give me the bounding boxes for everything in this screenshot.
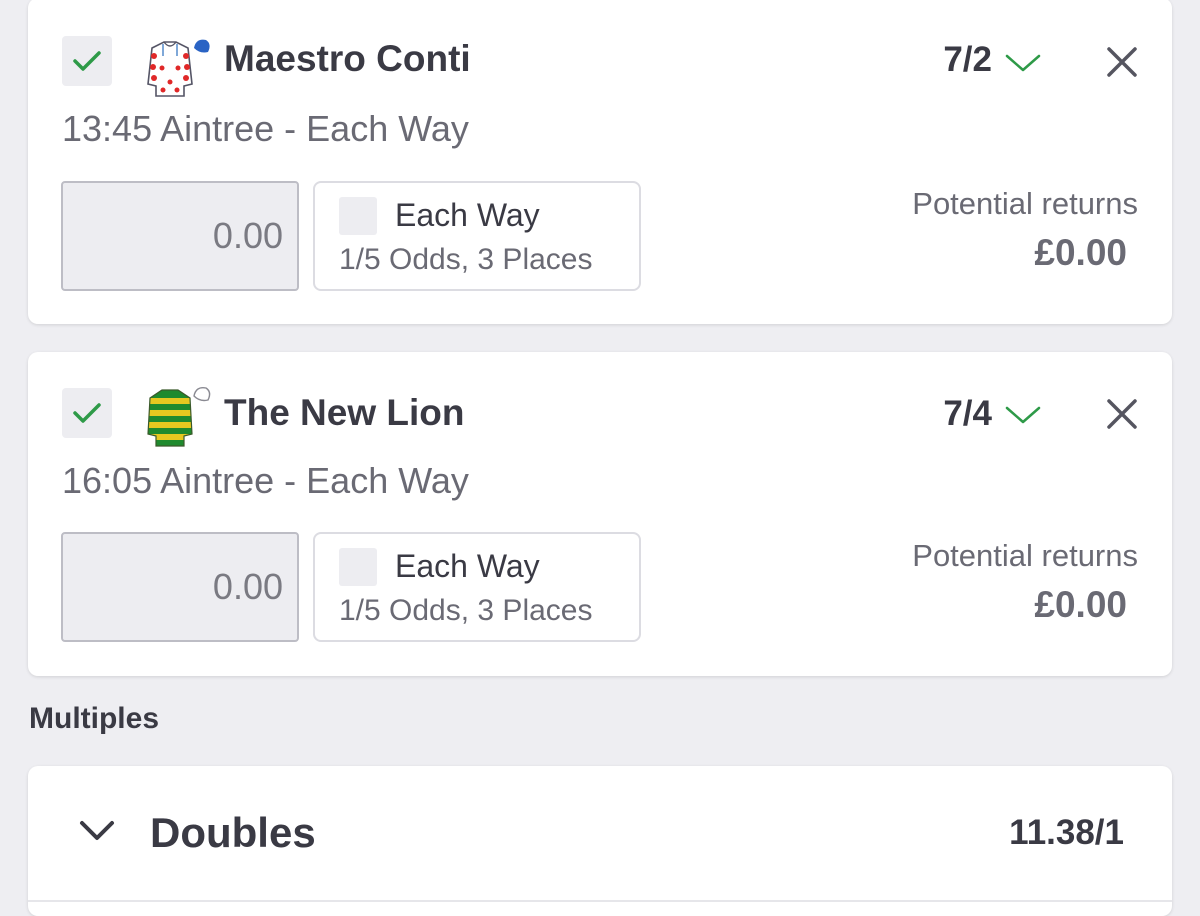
- close-icon: [1107, 47, 1137, 77]
- doubles-odds: 11.38/1: [1009, 813, 1124, 852]
- potential-returns-value: £0.00: [1034, 232, 1127, 273]
- each-way-checkbox[interactable]: [339, 548, 377, 586]
- check-icon: [73, 403, 101, 423]
- multiples-heading: Multiples: [29, 702, 160, 735]
- jockey-silk-icon: [147, 39, 210, 97]
- bet-card-maestro-conti: Maestro Conti 7/2 13:45 Aintree - Each W…: [28, 0, 1172, 324]
- stake-input[interactable]: [61, 181, 299, 291]
- selection-odds[interactable]: 7/4: [943, 394, 992, 434]
- remove-selection-button[interactable]: [1100, 392, 1144, 436]
- potential-returns-label: Potential returns: [912, 538, 1138, 573]
- event-details: 13:45 Aintree - Each Way: [62, 108, 469, 149]
- each-way-label: Each Way: [395, 548, 540, 584]
- multiples-doubles-card: Doubles 11.38/1: [28, 766, 1172, 916]
- bet-card-the-new-lion: The New Lion 7/4 16:05 Aintree - Each Wa…: [28, 352, 1172, 676]
- each-way-option[interactable]: Each Way 1/5 Odds, 3 Places: [313, 532, 641, 642]
- each-way-label: Each Way: [395, 197, 540, 233]
- selection-name: The New Lion: [224, 392, 465, 433]
- close-icon: [1107, 399, 1137, 429]
- potential-returns-label: Potential returns: [912, 186, 1138, 221]
- selection-checkbox[interactable]: [62, 388, 112, 438]
- check-icon: [73, 51, 101, 71]
- each-way-terms: 1/5 Odds, 3 Places: [339, 594, 593, 627]
- chevron-down-icon[interactable]: [1004, 404, 1042, 426]
- each-way-terms: 1/5 Odds, 3 Places: [339, 243, 593, 276]
- event-details: 16:05 Aintree - Each Way: [62, 460, 469, 501]
- stake-input[interactable]: [61, 532, 299, 642]
- remove-selection-button[interactable]: [1100, 40, 1144, 84]
- each-way-option[interactable]: Each Way 1/5 Odds, 3 Places: [313, 181, 641, 291]
- each-way-checkbox[interactable]: [339, 197, 377, 235]
- doubles-title: Doubles: [150, 809, 316, 856]
- chevron-down-icon[interactable]: [1004, 52, 1042, 74]
- selection-odds[interactable]: 7/2: [943, 40, 992, 80]
- potential-returns-value: £0.00: [1034, 584, 1127, 625]
- chevron-down-icon[interactable]: [78, 818, 116, 844]
- doubles-toggle[interactable]: Doubles 11.38/1: [28, 766, 1172, 900]
- selection-name: Maestro Conti: [224, 38, 471, 79]
- divider: [28, 900, 1172, 902]
- jockey-silk-icon: [147, 386, 211, 447]
- selection-checkbox[interactable]: [62, 36, 112, 86]
